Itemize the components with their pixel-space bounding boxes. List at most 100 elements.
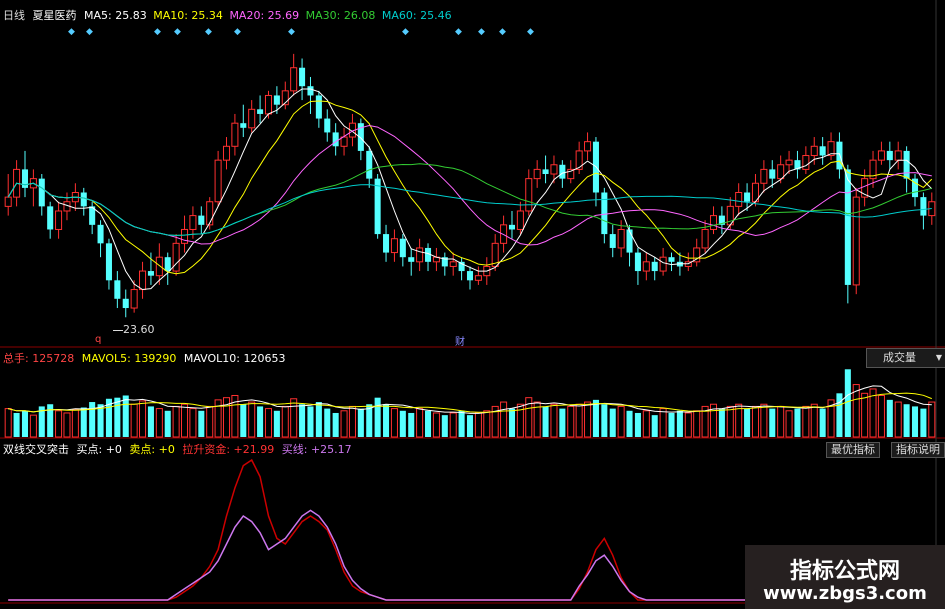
volume-bar bbox=[130, 403, 138, 438]
candle-body bbox=[97, 224, 104, 244]
candle-body bbox=[601, 192, 608, 235]
volume-bar bbox=[257, 406, 264, 437]
volume-bar bbox=[626, 410, 633, 437]
candle-body bbox=[155, 256, 163, 277]
total-volume-label: 总手: 125728 bbox=[3, 352, 75, 365]
volume-bar bbox=[500, 401, 508, 438]
candle-body bbox=[542, 169, 549, 175]
candle-body bbox=[525, 178, 533, 212]
candle-body bbox=[701, 228, 709, 249]
volume-bar bbox=[676, 410, 683, 437]
candle-body bbox=[651, 261, 658, 272]
volume-bar bbox=[474, 412, 482, 438]
buy-line-label: 买线: +25.17 bbox=[281, 443, 352, 456]
volume-bar bbox=[668, 412, 675, 437]
finance-marker: 财 bbox=[455, 337, 465, 348]
candle-body bbox=[248, 108, 256, 129]
volume-bar bbox=[408, 412, 415, 437]
volume-bar bbox=[432, 412, 440, 438]
candle-body bbox=[299, 67, 306, 87]
volume-bar bbox=[299, 404, 306, 437]
volume-bar bbox=[340, 410, 348, 438]
sell-point-label: 卖点: +0 bbox=[129, 443, 175, 456]
candle-body bbox=[709, 215, 718, 230]
candle-body bbox=[324, 118, 331, 133]
candle-body bbox=[374, 178, 381, 235]
volume-bar bbox=[147, 406, 154, 437]
volume-bar bbox=[164, 410, 171, 437]
volume-bar bbox=[348, 405, 356, 438]
volume-bar bbox=[264, 408, 273, 438]
buy-point-label: 买点: +0 bbox=[76, 443, 122, 456]
chevron-down-icon: ▼ bbox=[935, 353, 942, 362]
volume-bar bbox=[810, 403, 818, 438]
signal-markers: ◆ ◆ ◆ ◆ ◆ ◆ ◆ ◆ ◆ ◆ ◆ ◆ bbox=[0, 27, 945, 39]
kline-header: 日线 夏星医药 MA5: 25.83 MA10: 25.34 MA20: 25.… bbox=[3, 9, 452, 22]
volume-bar bbox=[726, 405, 734, 438]
diamond-icon: ◆ bbox=[174, 27, 181, 37]
volume-bar bbox=[63, 412, 71, 438]
volume-bar bbox=[744, 408, 751, 437]
candle-body bbox=[760, 168, 768, 184]
candle-body bbox=[550, 164, 558, 175]
candle-body bbox=[180, 228, 189, 244]
candle-body bbox=[172, 242, 180, 272]
volume-header: 总手: 125728 MAVOL5: 139290 MAVOL10: 12065… bbox=[3, 352, 285, 365]
volume-bars bbox=[4, 369, 936, 438]
candle-body bbox=[416, 247, 424, 263]
stock-name: 夏星医药 bbox=[32, 9, 77, 22]
volume-bar bbox=[139, 400, 147, 438]
raise-funds-label: 拉升资金: +21.99 bbox=[182, 443, 275, 456]
moving-average-lines bbox=[7, 88, 933, 291]
diamond-icon: ◆ bbox=[86, 27, 93, 37]
volume-bar bbox=[399, 410, 406, 437]
volume-bar bbox=[71, 409, 79, 438]
diamond-icon: ◆ bbox=[499, 27, 506, 37]
candle-body bbox=[449, 261, 457, 267]
volume-bar bbox=[180, 403, 189, 438]
volume-bar bbox=[550, 403, 558, 438]
candle-body bbox=[474, 275, 482, 281]
volume-bar bbox=[836, 393, 843, 437]
volume-bar bbox=[189, 408, 197, 438]
diamond-icon: ◆ bbox=[478, 27, 485, 37]
candle-body bbox=[634, 252, 641, 272]
volume-bar bbox=[449, 412, 457, 438]
best-indicator-button[interactable]: 最优指标 bbox=[826, 442, 880, 458]
candle-body bbox=[383, 234, 390, 253]
volume-bar bbox=[307, 406, 314, 437]
volume-bar bbox=[324, 408, 331, 437]
candle-body bbox=[735, 192, 743, 207]
volume-bar bbox=[383, 404, 390, 437]
volume-bar bbox=[315, 402, 322, 437]
ma30-line bbox=[7, 163, 932, 236]
volume-dropdown[interactable]: 成交量 ▼ bbox=[866, 348, 945, 368]
volume-bar bbox=[928, 401, 936, 438]
volume-bar bbox=[122, 395, 129, 437]
volume-bar bbox=[155, 408, 163, 438]
candle-body bbox=[332, 132, 339, 147]
volume-bar bbox=[483, 410, 491, 438]
volume-bar bbox=[684, 412, 692, 438]
volume-bar bbox=[29, 414, 37, 438]
volume-bar bbox=[634, 412, 641, 437]
volume-bar bbox=[458, 410, 465, 437]
indicator-header: 双线交叉突击 买点: +0 卖点: +0 拉升资金: +21.99 买线: +2… bbox=[3, 443, 352, 456]
candle-body bbox=[222, 145, 231, 161]
candle-body bbox=[399, 238, 406, 258]
candles bbox=[4, 53, 936, 318]
ma30-label: MA30: 26.08 bbox=[305, 9, 376, 22]
candle-body bbox=[273, 95, 280, 105]
volume-bar bbox=[206, 405, 214, 438]
candle-body bbox=[617, 228, 625, 249]
indicator-description-button[interactable]: 指标说明 bbox=[891, 442, 945, 458]
mavol5-label: MAVOL5: 139290 bbox=[81, 352, 177, 365]
volume-bar bbox=[374, 397, 381, 437]
candle-body bbox=[894, 150, 902, 161]
candle-body bbox=[642, 261, 650, 272]
candle-body bbox=[114, 280, 121, 299]
candle-body bbox=[315, 95, 322, 119]
ma5-label: MA5: 25.83 bbox=[84, 9, 147, 22]
volume-bar bbox=[751, 405, 760, 438]
candle-body bbox=[290, 67, 298, 92]
